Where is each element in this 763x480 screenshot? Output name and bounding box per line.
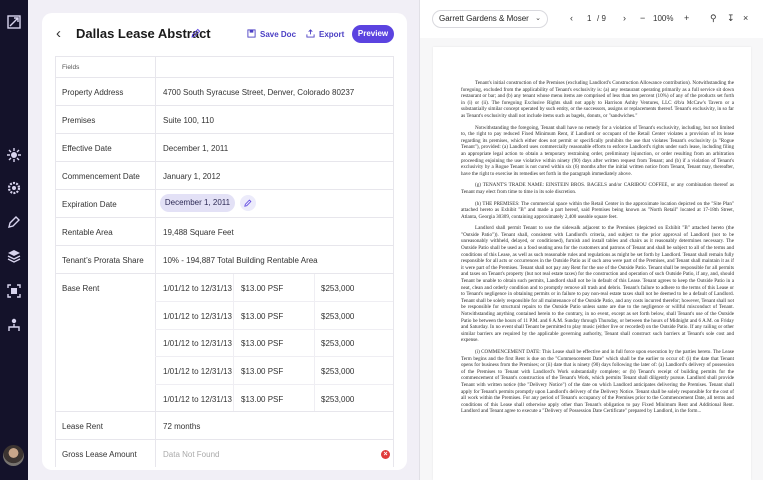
save-icon <box>247 29 256 38</box>
document-viewer: Garrett Gardens & Moser ⌄ ‹ 1 / 9 › − 10… <box>420 0 763 480</box>
layers-icon[interactable] <box>6 248 22 264</box>
document-select-value: Garrett Gardens & Moser <box>439 14 529 23</box>
field-value[interactable]: 4700 South Syracuse Street, Denver, Colo… <box>163 88 354 97</box>
field-label: Lease Rent <box>62 422 103 431</box>
document-text: Tenant's initial construction of the Pre… <box>461 80 734 420</box>
field-value[interactable]: 10% - 194,887 Total Building Rentable Ar… <box>163 256 318 265</box>
save-doc-button[interactable]: Save Doc <box>247 29 296 39</box>
field-label: Base Rent <box>62 284 100 293</box>
zoom-out-icon[interactable]: − <box>640 13 645 23</box>
gear-icon[interactable] <box>6 180 22 196</box>
rent-amount[interactable]: $253,000 <box>321 284 354 293</box>
save-doc-label: Save Doc <box>260 30 297 39</box>
paragraph: (h) THE PREMISES: The commercial space w… <box>461 200 734 220</box>
table-header-row: Fields <box>56 56 393 77</box>
error-icon[interactable]: × <box>381 450 390 459</box>
table-row[interactable]: Effective Date December 1, 2011 <box>56 133 393 161</box>
preview-button[interactable]: Preview <box>352 25 394 43</box>
org-icon[interactable] <box>6 317 22 333</box>
viewer-toolbar: Garrett Gardens & Moser ⌄ ‹ 1 / 9 › − 10… <box>420 0 763 38</box>
close-icon[interactable]: × <box>743 13 748 23</box>
settings-icon[interactable] <box>6 147 22 163</box>
field-label: Tenant’s Prorata Share <box>62 256 144 265</box>
rent-amount[interactable]: $253,000 <box>321 339 354 348</box>
pencil-icon <box>244 199 252 207</box>
app-sidebar <box>0 0 28 480</box>
rent-period[interactable]: 1/01/12 to 12/31/13 <box>163 284 232 293</box>
field-value[interactable]: January 1, 2012 <box>163 172 220 181</box>
rent-psf[interactable]: $13.00 PSF <box>241 395 283 404</box>
field-value[interactable]: December 1, 2011 <box>163 144 228 153</box>
frame-icon[interactable] <box>6 283 22 299</box>
next-page-icon[interactable]: › <box>623 13 626 23</box>
paragraph: Landlord shall permit Tenant to use the … <box>461 225 734 344</box>
download-icon[interactable]: ↧ <box>727 13 735 24</box>
field-label: Rentable Area <box>62 228 113 237</box>
field-value[interactable]: 19,488 Square Feet <box>163 228 234 237</box>
field-label: Commencement Date <box>62 172 140 181</box>
table-row[interactable]: Gross Lease Amount Data Not Found × <box>56 439 393 467</box>
document-select[interactable]: Garrett Gardens & Moser ⌄ <box>432 10 548 28</box>
table-row[interactable]: Rentable Area 19,488 Square Feet <box>56 217 393 245</box>
back-arrow-icon[interactable]: ‹ <box>56 26 70 42</box>
field-value-chip[interactable]: December 1, 2011 <box>160 194 235 212</box>
field-label: Gross Lease Amount <box>62 450 137 459</box>
paragraph: (i) COMMENCEMENT DATE: This Lease shall … <box>461 348 734 415</box>
avatar[interactable] <box>3 445 24 466</box>
rent-period[interactable]: 1/01/12 to 12/31/13 <box>163 367 232 376</box>
rent-amount[interactable]: $253,000 <box>321 312 354 321</box>
prev-page-icon[interactable]: ‹ <box>570 13 573 23</box>
rent-psf[interactable]: $13.00 PSF <box>241 312 283 321</box>
rent-period[interactable]: 1/01/12 to 12/31/13 <box>163 339 232 348</box>
fields-header: Fields <box>62 64 80 71</box>
rent-psf[interactable]: $13.00 PSF <box>241 367 283 376</box>
search-icon[interactable]: ⚲ <box>710 13 717 24</box>
zoom-level[interactable]: 100% <box>653 14 673 23</box>
export-label: Export <box>319 30 345 39</box>
field-value-missing[interactable]: Data Not Found <box>163 450 219 459</box>
field-value[interactable]: 72 months <box>163 422 200 431</box>
page-total: / 9 <box>597 14 606 23</box>
field-label: Effective Date <box>62 144 112 153</box>
table-row[interactable]: Lease Rent 72 months <box>56 411 393 439</box>
table-row-selected[interactable]: Expiration Date December 1, 2011 <box>56 189 393 217</box>
page-current[interactable]: 1 <box>587 14 591 23</box>
rent-psf[interactable]: $13.00 PSF <box>241 339 283 348</box>
rent-amount[interactable]: $253,000 <box>321 395 354 404</box>
paragraph: (g) TENANT'S TRADE NAME: EINSTEIN BROS. … <box>461 182 734 195</box>
field-label: Expiration Date <box>62 200 117 209</box>
pen-icon[interactable] <box>6 214 22 230</box>
rent-psf[interactable]: $13.00 PSF <box>241 284 283 293</box>
zoom-in-icon[interactable]: + <box>684 13 689 23</box>
rent-amount[interactable]: $253,000 <box>321 367 354 376</box>
base-rent-row: Base Rent 1/01/12 to 12/31/13 $13.00 PSF… <box>56 273 393 411</box>
document-page: Tenant's initial construction of the Pre… <box>433 47 751 480</box>
paragraph: Notwithstanding the foregoing, Tenant sh… <box>461 124 734 177</box>
chevron-down-icon: ⌄ <box>535 15 541 22</box>
edit-field-button[interactable] <box>240 195 256 211</box>
field-label: Property Address <box>62 88 124 97</box>
rent-period[interactable]: 1/01/12 to 12/31/13 <box>163 395 232 404</box>
table-row[interactable]: Premises Suite 100, 110 <box>56 105 393 133</box>
app-logo-icon[interactable] <box>6 14 22 30</box>
table-row[interactable]: Tenant’s Prorata Share 10% - 194,887 Tot… <box>56 245 393 273</box>
edit-title-icon[interactable] <box>191 28 201 38</box>
field-value[interactable]: Suite 100, 110 <box>163 116 214 125</box>
field-label: Premises <box>62 116 96 125</box>
export-icon <box>306 29 315 38</box>
table-row[interactable]: Commencement Date January 1, 2012 <box>56 161 393 189</box>
panel-header: ‹ Dallas Lease Abstract Save Doc Export … <box>42 13 407 57</box>
lease-abstract-panel: ‹ Dallas Lease Abstract Save Doc Export … <box>42 13 407 470</box>
table-row[interactable]: Property Address 4700 South Syracuse Str… <box>56 77 393 105</box>
rent-period[interactable]: 1/01/12 to 12/31/13 <box>163 312 232 321</box>
paragraph: Tenant's initial construction of the Pre… <box>461 80 734 119</box>
export-button[interactable]: Export <box>306 29 344 39</box>
lease-fields-table: Fields Property Address 4700 South Syrac… <box>55 56 394 467</box>
